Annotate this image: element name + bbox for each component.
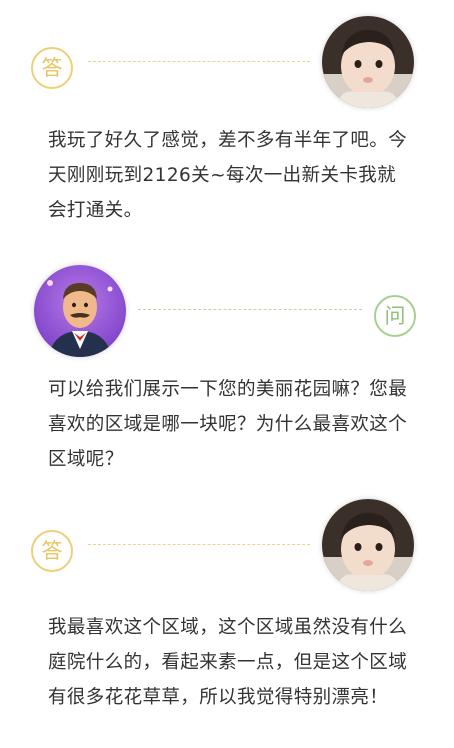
answer-text: 我玩了好久了感觉，差不多有半年了吧。今天刚刚玩到2126关~每次一出新关卡我就会…: [48, 130, 408, 221]
question-text: 可以给我们展示一下您的美丽花园嘛？您最喜欢的区域是哪一块呢？为什么最喜欢这个区域…: [48, 379, 408, 470]
answer-text: 我最喜欢这个区域，这个区域虽然没有什么庭院什么的，看起来素一点，但是这个区域有很…: [48, 617, 408, 708]
butler-avatar-icon: [34, 265, 126, 357]
answer-badge: 答: [31, 530, 73, 572]
dashed-divider: [88, 61, 310, 62]
dashed-divider: [88, 544, 310, 545]
baby-avatar-icon: [322, 499, 414, 591]
baby-avatar-icon: [322, 16, 414, 108]
question-badge: 问: [374, 295, 416, 337]
answer-badge: 答: [31, 47, 73, 89]
dashed-divider: [138, 309, 362, 310]
